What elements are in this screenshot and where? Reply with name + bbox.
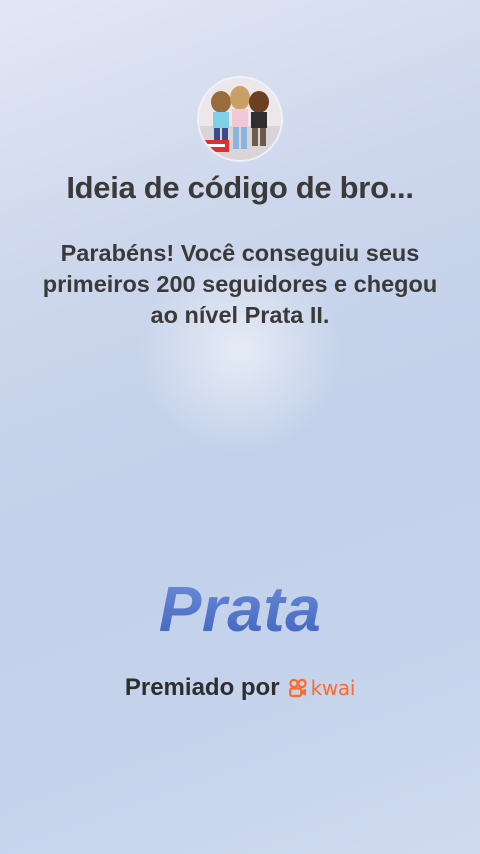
awarded-by: Premiado por kwai — [0, 674, 480, 702]
kwai-brand: kwai — [288, 676, 356, 700]
level-name-text: Prata — [158, 573, 322, 645]
awarded-by-label: Premiado por — [124, 674, 280, 701]
kwai-logo-icon — [288, 678, 307, 698]
avatar-image — [199, 78, 281, 160]
avatar[interactable] — [199, 78, 281, 160]
congratulations-message: Parabéns! Você conseguiu seus primeiros … — [42, 240, 438, 328]
level-name: Prata — [0, 572, 480, 646]
kwai-brand-name: kwai — [310, 676, 356, 700]
page-title: Ideia de código de bro... — [66, 170, 414, 205]
